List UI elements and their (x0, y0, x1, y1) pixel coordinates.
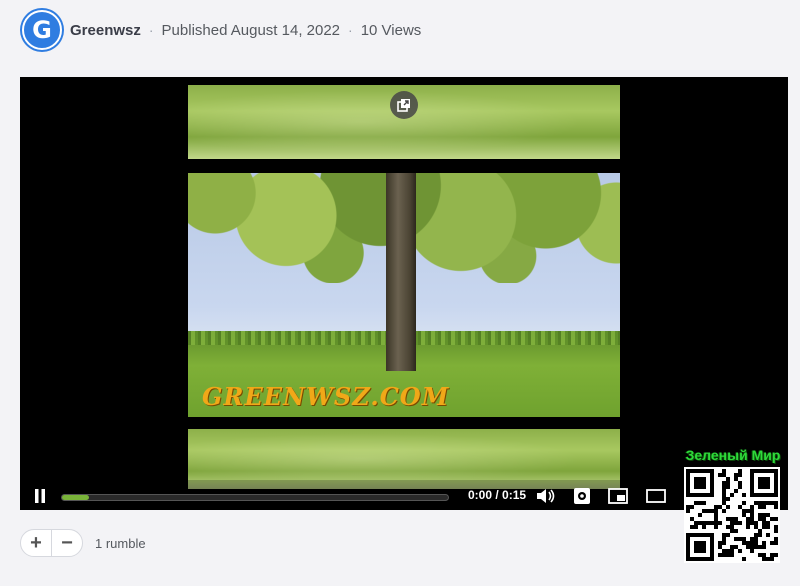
progress-fill (62, 495, 90, 500)
channel-avatar[interactable]: G (20, 8, 64, 52)
pause-icon[interactable] (28, 484, 52, 508)
progress-bar[interactable] (61, 494, 449, 501)
channel-name[interactable]: Greenwsz (70, 22, 141, 39)
qr-code-icon (684, 467, 780, 563)
rumble-count: 1 rumble (95, 535, 146, 551)
video-header: G Greenwsz · Published August 14, 2022 ·… (20, 8, 421, 52)
published-date: Published August 14, 2022 (161, 21, 341, 39)
separator-dot: · (348, 22, 353, 38)
rumble-row: + − 1 rumble (20, 528, 146, 558)
video-frame[interactable]: GREENWSZ.COM (188, 173, 620, 417)
qr-overlay: Зеленый Мир (680, 447, 786, 573)
upvote-button[interactable]: + (21, 530, 51, 556)
player-controls: 0:00 / 0:15 (20, 480, 788, 510)
downvote-button[interactable]: − (51, 530, 82, 556)
rumble-vote: + − (20, 529, 83, 557)
volume-icon[interactable] (534, 484, 558, 508)
separator-dot: · (148, 22, 154, 38)
time-display: 0:00 / 0:15 (468, 488, 527, 502)
tree-trunk (386, 173, 416, 371)
settings-icon[interactable] (570, 484, 594, 508)
overlay-label: Зеленый Мир (685, 447, 781, 463)
pip-icon[interactable] (606, 484, 630, 508)
theater-icon[interactable] (644, 484, 668, 508)
video-player[interactable]: GREENWSZ.COM 0:00 / 0:15 (20, 77, 788, 510)
video-watermark: GREENWSZ.COM (202, 382, 450, 411)
view-count: 10 Views (360, 21, 422, 39)
avatar-letter: G (22, 10, 62, 50)
popout-icon[interactable] (390, 91, 418, 119)
